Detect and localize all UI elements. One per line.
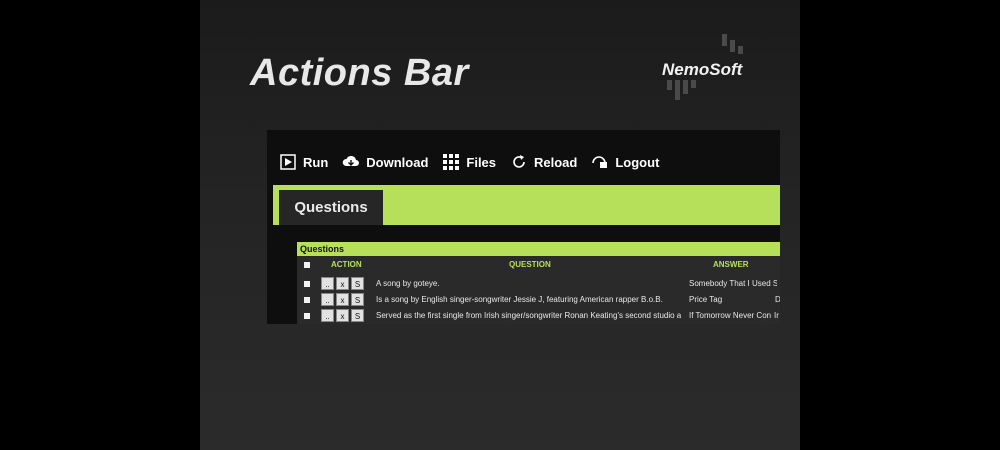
column-answer: ANSWER bbox=[713, 260, 749, 269]
play-icon bbox=[279, 153, 297, 171]
table-row: .. x S Is a song by English singer-songw… bbox=[297, 292, 780, 308]
table-row: .. x S A song by goteye. Somebody That I… bbox=[297, 276, 780, 292]
logo-text: NemoSoft bbox=[662, 60, 743, 79]
select-button[interactable]: S bbox=[351, 293, 364, 306]
app-window: Run Download Files Reload Logout Questio… bbox=[267, 130, 780, 324]
question-cell: Is a song by English singer-songwriter J… bbox=[376, 295, 663, 304]
tab-questions[interactable]: Questions bbox=[279, 190, 383, 225]
question-cell: A song by goteye. bbox=[376, 279, 440, 288]
cloud-download-icon bbox=[342, 153, 360, 171]
logout-icon bbox=[591, 153, 609, 171]
extra-cell: D bbox=[775, 295, 780, 304]
edit-button[interactable]: .. bbox=[321, 293, 334, 306]
download-label: Download bbox=[366, 154, 429, 170]
slide: Actions Bar NemoSoft Run Download Files … bbox=[200, 0, 800, 450]
column-question: QUESTION bbox=[509, 260, 551, 269]
row-checkbox[interactable] bbox=[304, 313, 310, 319]
delete-button[interactable]: x bbox=[336, 277, 349, 290]
download-button[interactable]: Download bbox=[342, 153, 428, 171]
tab-bar: Questions bbox=[273, 185, 780, 225]
select-button[interactable]: S bbox=[351, 277, 364, 290]
grid-icon bbox=[442, 153, 460, 171]
select-button[interactable]: S bbox=[351, 309, 364, 322]
reload-label: Reload bbox=[534, 154, 578, 170]
questions-panel: Questions ACTION QUESTION ANSWER .. x S … bbox=[297, 242, 780, 324]
delete-button[interactable]: x bbox=[336, 293, 349, 306]
answer-cell: Price Tag bbox=[689, 295, 723, 304]
select-all-checkbox[interactable] bbox=[304, 262, 310, 268]
edit-button[interactable]: .. bbox=[321, 309, 334, 322]
slide-title: Actions Bar bbox=[250, 52, 469, 94]
extra-cell: Ir bbox=[774, 311, 779, 320]
logout-button[interactable]: Logout bbox=[591, 153, 659, 171]
logout-label: Logout bbox=[615, 154, 660, 170]
table-row: .. x S Served as the first single from I… bbox=[297, 308, 780, 324]
row-checkbox[interactable] bbox=[304, 281, 310, 287]
row-checkbox[interactable] bbox=[304, 297, 310, 303]
answer-cell: If Tomorrow Never Con bbox=[689, 311, 772, 320]
run-label: Run bbox=[303, 154, 329, 170]
column-action: ACTION bbox=[331, 260, 362, 269]
run-button[interactable]: Run bbox=[279, 153, 328, 171]
reload-icon bbox=[510, 153, 528, 171]
panel-title: Questions bbox=[297, 242, 780, 256]
actions-toolbar: Run Download Files Reload Logout bbox=[279, 150, 673, 174]
files-button[interactable]: Files bbox=[442, 153, 496, 171]
reload-button[interactable]: Reload bbox=[510, 153, 577, 171]
nemosoft-logo: NemoSoft bbox=[662, 34, 762, 106]
delete-button[interactable]: x bbox=[336, 309, 349, 322]
files-label: Files bbox=[466, 154, 497, 170]
answer-cell: Somebody That I Used S bbox=[689, 279, 777, 288]
edit-button[interactable]: .. bbox=[321, 277, 334, 290]
question-cell: Served as the first single from Irish si… bbox=[376, 311, 682, 320]
